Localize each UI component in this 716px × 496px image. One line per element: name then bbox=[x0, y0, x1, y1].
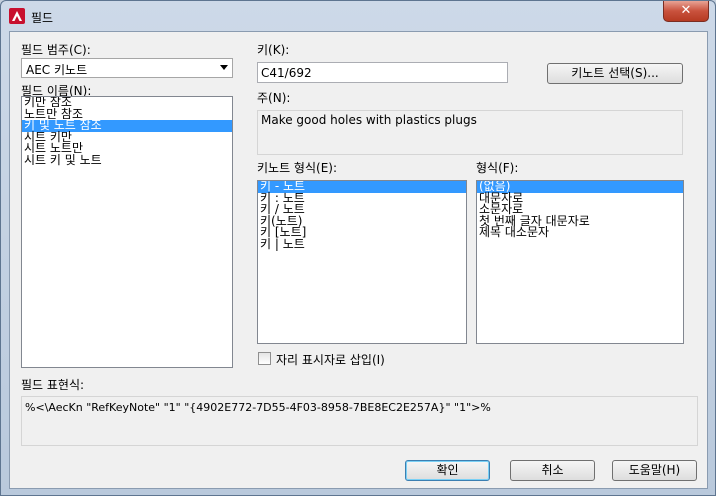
key-label: 키(K): bbox=[257, 43, 290, 57]
list-item[interactable]: 시트 키 및 노트 bbox=[22, 154, 232, 167]
key-input[interactable]: C41/692 bbox=[257, 62, 508, 83]
keynote-format-listbox[interactable]: 키 - 노트 키 : 노트 키 / 노트 키(노트) 키 [노트] 키 | 노트 bbox=[257, 180, 467, 344]
category-value: AEC 키노트 bbox=[26, 63, 88, 77]
placeholder-checkbox-label[interactable]: 자리 표시자로 삽입(I) bbox=[276, 351, 385, 368]
expression-label: 필드 표현식: bbox=[21, 378, 85, 392]
cancel-button[interactable]: 취소 bbox=[510, 460, 595, 481]
autocad-app-icon bbox=[9, 8, 25, 24]
category-dropdown[interactable]: AEC 키노트 bbox=[21, 58, 233, 78]
format-listbox[interactable]: (없음) 대문자로 소문자로 첫 번째 글자 대문자로 제목 대소문자 bbox=[476, 180, 684, 344]
title-bar[interactable]: 필드 ✕ bbox=[1, 1, 715, 31]
list-item[interactable]: 키 | 노트 bbox=[258, 238, 466, 251]
chevron-down-icon bbox=[220, 65, 228, 70]
note-field: Make good holes with plastics plugs bbox=[257, 110, 683, 155]
note-label: 주(N): bbox=[257, 91, 291, 105]
format-label: 형식(F): bbox=[476, 161, 519, 175]
window-title: 필드 bbox=[31, 11, 54, 25]
dialog-client-area: 필드 범주(C): AEC 키노트 필드 이름(N): 키만 참조 노트만 참조 키… bbox=[9, 31, 708, 489]
close-button[interactable]: ✕ bbox=[663, 1, 709, 22]
keynote-select-button[interactable]: 키노트 선택(S)... bbox=[547, 63, 683, 84]
field-names-listbox[interactable]: 키만 참조 노트만 참조 키 및 노트 참조 시트 키만 시트 노트만 시트 키 및 노트 bbox=[21, 96, 233, 368]
category-label: 필드 범주(C): bbox=[21, 43, 91, 57]
keynote-format-label: 키노트 형식(E): bbox=[257, 161, 338, 175]
field-dialog: 필드 ✕ 필드 범주(C): AEC 키노트 필드 이름(N): 키만 참조 노트… bbox=[0, 0, 716, 496]
expression-field: %<\AecKn "RefKeyNote" "1" "{4902E772-7D5… bbox=[21, 396, 698, 446]
help-button[interactable]: 도움말(H) bbox=[612, 460, 697, 481]
placeholder-checkbox[interactable] bbox=[258, 352, 271, 365]
ok-button[interactable]: 확인 bbox=[405, 460, 490, 481]
list-item[interactable]: 제목 대소문자 bbox=[477, 226, 683, 239]
